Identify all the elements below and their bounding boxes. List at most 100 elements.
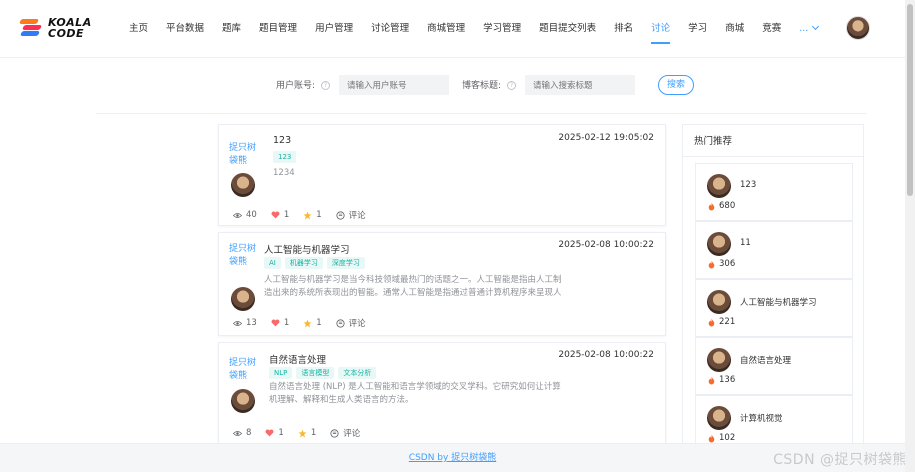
nav-item-submission-list[interactable]: 题目提交列表	[530, 0, 605, 58]
nav-item-shop[interactable]: 商城	[716, 0, 753, 58]
user-account-label: 用户账号:	[276, 81, 316, 91]
star-count[interactable]: 1	[303, 318, 322, 328]
hot-item[interactable]: 123 680	[695, 163, 853, 221]
author-avatar	[707, 290, 731, 314]
fire-icon	[708, 376, 715, 384]
post-feed: 捉只树袋熊 123 2025-02-12 19:05:02 123 1234 4…	[218, 124, 666, 454]
post-tag[interactable]: 语言模型	[296, 367, 335, 379]
post-tag[interactable]: 文本分析	[338, 367, 377, 379]
nav-item-shop-management[interactable]: 商城管理	[418, 0, 474, 58]
post-card[interactable]: 捉只树袋熊 自然语言处理 2025-02-08 10:00:22 NLP 语言模…	[218, 342, 666, 448]
post-tag[interactable]: 深度学习	[326, 257, 365, 269]
page-footer: CSDN by 捉只树袋熊	[0, 443, 905, 472]
fire-icon	[708, 434, 715, 442]
author-avatar	[707, 174, 731, 198]
star-icon	[298, 429, 307, 437]
logo-mark-icon	[18, 18, 44, 38]
eye-icon	[233, 320, 242, 326]
hot-item-title: 计算机视觉	[740, 414, 783, 424]
post-author[interactable]: 捉只树袋熊	[229, 243, 259, 269]
hot-item-count: 221	[708, 317, 735, 327]
post-description: 自然语言处理 (NLP) 是人工智能和语言学领域的交叉学科。它研究如何让计算机理…	[269, 382, 561, 405]
nav-item-user-management[interactable]: 用户管理	[306, 0, 362, 58]
author-avatar[interactable]	[231, 287, 255, 311]
blog-title-input[interactable]	[525, 75, 635, 95]
nav-item-problem-bank[interactable]: 题库	[213, 0, 250, 58]
nav-item-learning-management[interactable]: 学习管理	[474, 0, 530, 58]
nav-item-contest[interactable]: 竞赛	[753, 0, 790, 58]
nav-item-problem-management[interactable]: 题目管理	[250, 0, 306, 58]
star-count[interactable]: 1	[303, 210, 322, 220]
comment-icon	[330, 428, 339, 438]
post-title[interactable]: 123	[273, 135, 291, 146]
nav-item-home[interactable]: 主页	[120, 0, 157, 58]
hot-item[interactable]: 计算机视觉 102	[695, 395, 853, 443]
hot-item-count: 136	[708, 375, 735, 385]
like-count[interactable]: 1	[271, 210, 289, 220]
author-avatar[interactable]	[231, 173, 255, 197]
user-account-input[interactable]	[339, 75, 449, 95]
star-icon	[303, 319, 312, 327]
like-count[interactable]: 1	[265, 428, 284, 438]
post-tags: AI 机器学习 深度学习	[264, 257, 365, 269]
comment-button[interactable]: 评论	[336, 209, 366, 221]
divider	[683, 156, 863, 157]
hot-item[interactable]: 自然语言处理 136	[695, 337, 853, 395]
logo[interactable]: KOALA CODE	[18, 10, 136, 46]
hot-item-title: 123	[740, 180, 757, 190]
post-author[interactable]: 捉只树袋熊	[229, 142, 259, 168]
author-avatar[interactable]	[231, 389, 255, 413]
hot-recommendations: 热门推荐 123 680 11 306 人工智能与机器学习 221 自然语言处理…	[682, 124, 864, 444]
post-tag[interactable]: 123	[273, 151, 297, 163]
post-card[interactable]: 捉只树袋熊 人工智能与机器学习 2025-02-08 10:00:22 AI 机…	[218, 232, 666, 336]
view-count: 40	[233, 210, 257, 220]
user-avatar[interactable]	[846, 16, 870, 40]
post-stats: 13 1 1 评论	[233, 317, 380, 329]
hot-item-title: 人工智能与机器学习	[740, 298, 817, 308]
fire-icon	[708, 202, 715, 210]
search-button[interactable]: 搜索	[658, 75, 694, 95]
hot-item-title: 11	[740, 238, 751, 248]
author-avatar	[707, 348, 731, 372]
heart-icon	[271, 211, 280, 219]
nav-item-discussion-management[interactable]: 讨论管理	[362, 0, 418, 58]
post-author[interactable]: 捉只树袋熊	[229, 357, 259, 383]
post-tag[interactable]: NLP	[269, 367, 293, 379]
post-tag[interactable]: AI	[264, 257, 281, 269]
post-stats: 8 1 1 评论	[233, 427, 374, 439]
nav-item-platform-data[interactable]: 平台数据	[157, 0, 213, 58]
post-title[interactable]: 自然语言处理	[269, 352, 326, 366]
star-count[interactable]: 1	[298, 428, 316, 438]
search-bar: 用户账号: ? 博客标题: ? 搜索	[0, 75, 905, 97]
footer-link[interactable]: CSDN by 捉只树袋熊	[409, 453, 496, 463]
author-avatar	[707, 406, 731, 430]
help-circle-icon[interactable]: ?	[321, 81, 330, 90]
nav-item-discussion[interactable]: 讨论	[642, 0, 679, 58]
nav-more-menu[interactable]: ...	[790, 0, 827, 58]
hot-item-count: 102	[708, 433, 735, 443]
logo-text: KOALA CODE	[48, 16, 92, 40]
post-tags: 123	[273, 151, 297, 163]
comment-button[interactable]: 评论	[336, 317, 366, 329]
post-title[interactable]: 人工智能与机器学习	[264, 242, 350, 256]
post-date: 2025-02-08 10:00:22	[558, 240, 654, 250]
divider	[96, 113, 866, 114]
like-count[interactable]: 1	[271, 318, 289, 328]
main-nav: 主页 平台数据 题库 题目管理 用户管理 讨论管理 商城管理 学习管理 题目提交…	[120, 0, 827, 58]
hot-item-count: 680	[708, 201, 735, 211]
scrollbar-thumb[interactable]	[907, 4, 913, 196]
post-card[interactable]: 捉只树袋熊 123 2025-02-12 19:05:02 123 1234 4…	[218, 124, 666, 226]
blog-title-label: 博客标题:	[462, 81, 502, 91]
comment-icon	[336, 210, 345, 220]
post-tag[interactable]: 机器学习	[284, 257, 323, 269]
watermark: CSDN @捉只树袋熊	[773, 452, 907, 468]
hot-item-count: 306	[708, 259, 735, 269]
page-content: 用户账号: ? 博客标题: ? 搜索 捉只树袋熊 123 2025-02-12 …	[0, 58, 905, 448]
nav-item-learning[interactable]: 学习	[679, 0, 716, 58]
hot-item[interactable]: 人工智能与机器学习 221	[695, 279, 853, 337]
help-circle-icon[interactable]: ?	[507, 81, 516, 90]
comment-button[interactable]: 评论	[330, 427, 360, 439]
nav-item-ranking[interactable]: 排名	[605, 0, 642, 58]
hot-item[interactable]: 11 306	[695, 221, 853, 279]
star-icon	[303, 211, 312, 219]
